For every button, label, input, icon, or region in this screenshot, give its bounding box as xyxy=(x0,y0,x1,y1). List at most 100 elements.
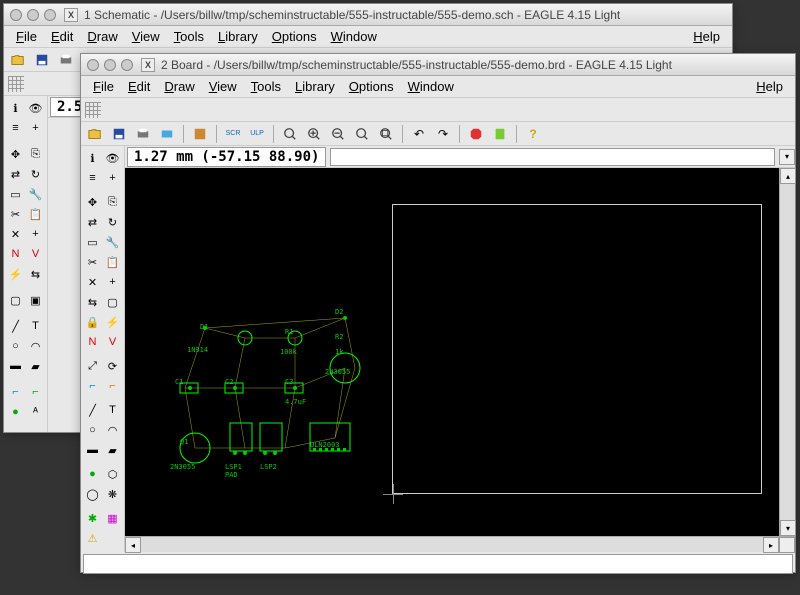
split-tool[interactable]: ⤢ xyxy=(83,356,103,376)
circle-tool[interactable]: ○ xyxy=(6,336,26,356)
mark-tool[interactable]: + xyxy=(26,118,46,138)
mirror-tool[interactable]: ⇄ xyxy=(83,212,103,232)
menu-file[interactable]: File xyxy=(87,77,120,96)
ratsnest-tool[interactable]: ✱ xyxy=(83,508,103,528)
delete-tool[interactable]: ✕ xyxy=(83,272,103,292)
smash-tool[interactable]: ⚡ xyxy=(103,312,123,332)
cut-tool[interactable]: ✂ xyxy=(83,252,103,272)
help-button[interactable]: ? xyxy=(523,124,543,144)
menu-edit[interactable]: Edit xyxy=(45,27,79,46)
copy-tool[interactable]: ⎘ xyxy=(26,144,46,164)
schematic-button[interactable] xyxy=(190,124,210,144)
label-tool[interactable]: ᴬ xyxy=(26,402,46,422)
paste-tool[interactable]: 📋 xyxy=(26,204,46,224)
scrollbar-vertical[interactable]: ▴ ▾ xyxy=(779,168,795,536)
menu-help[interactable]: Help xyxy=(687,27,726,46)
menu-view[interactable]: View xyxy=(126,27,166,46)
grid-icon[interactable] xyxy=(85,102,101,118)
wire-tool[interactable]: ╱ xyxy=(83,400,103,420)
cut-tool[interactable]: ✂ xyxy=(6,204,26,224)
pinswap-tool[interactable]: ⇆ xyxy=(26,264,46,284)
rect-tool[interactable]: ▬ xyxy=(6,356,26,376)
net-tool[interactable]: ⌐ xyxy=(26,382,46,402)
coord-dropdown[interactable]: ▾ xyxy=(779,149,795,165)
arc-tool[interactable]: ◠ xyxy=(103,420,123,440)
minimize-button[interactable] xyxy=(27,9,39,21)
scroll-down-button[interactable]: ▾ xyxy=(780,520,796,536)
close-button[interactable] xyxy=(10,9,22,21)
move-tool[interactable]: ✥ xyxy=(6,144,26,164)
erc-tool[interactable]: ⚠ xyxy=(83,528,103,548)
ripup-tool[interactable]: ⌐ xyxy=(103,376,123,396)
bus-tool[interactable]: ⌐ xyxy=(6,382,26,402)
rotate-tool[interactable]: ↻ xyxy=(26,164,46,184)
info-tool[interactable]: ℹ xyxy=(83,148,103,168)
menu-edit[interactable]: Edit xyxy=(122,77,156,96)
show-tool[interactable]: 👁 xyxy=(103,148,123,168)
scroll-track[interactable] xyxy=(141,537,763,552)
go-button[interactable] xyxy=(490,124,510,144)
menu-tools[interactable]: Tools xyxy=(168,27,210,46)
menu-library[interactable]: Library xyxy=(289,77,341,96)
paste-tool[interactable]: 📋 xyxy=(103,252,123,272)
menu-help[interactable]: Help xyxy=(750,77,789,96)
rotate-tool[interactable]: ↻ xyxy=(103,212,123,232)
info-tool[interactable]: ℹ xyxy=(6,98,26,118)
value-tool[interactable]: V xyxy=(103,332,123,352)
grid-icon[interactable] xyxy=(8,76,24,92)
board-canvas[interactable]: D1 D2 1N914 R1 100k R2 1k C1 C2 C3 4.7uF… xyxy=(125,168,779,536)
print-button[interactable] xyxy=(56,50,76,70)
menu-tools[interactable]: Tools xyxy=(245,77,287,96)
menu-file[interactable]: File xyxy=(10,27,43,46)
circle-tool[interactable]: ○ xyxy=(83,420,103,440)
hole-tool[interactable]: ◯ xyxy=(83,484,103,504)
zoom-select-button[interactable] xyxy=(376,124,396,144)
zoom-out-button[interactable] xyxy=(328,124,348,144)
junction-tool[interactable]: ● xyxy=(6,402,26,422)
zoom-button[interactable] xyxy=(44,9,56,21)
add-tool[interactable]: + xyxy=(103,272,123,292)
undo-button[interactable]: ↶ xyxy=(409,124,429,144)
scroll-left-button[interactable]: ◂ xyxy=(125,537,141,553)
layers-tool[interactable]: ≡ xyxy=(83,168,103,188)
menu-options[interactable]: Options xyxy=(266,27,323,46)
scroll-right-button[interactable]: ▸ xyxy=(763,537,779,553)
add-tool[interactable]: + xyxy=(26,224,46,244)
save-button[interactable] xyxy=(32,50,52,70)
eye-tool[interactable]: 👁 xyxy=(26,98,46,118)
replace-tool[interactable]: ▢ xyxy=(103,292,123,312)
ulp-button[interactable]: ULP xyxy=(247,124,267,144)
drc-tool[interactable] xyxy=(103,528,123,548)
attr-tool[interactable]: ❋ xyxy=(103,484,123,504)
delete-tool[interactable]: ✕ xyxy=(6,224,26,244)
wire-tool[interactable]: ╱ xyxy=(6,316,26,336)
menu-library[interactable]: Library xyxy=(212,27,264,46)
scrollbar-horizontal[interactable]: ◂ ▸ xyxy=(125,536,795,552)
save-button[interactable] xyxy=(109,124,129,144)
auto-tool[interactable]: ▦ xyxy=(103,508,123,528)
layers-tool[interactable]: ≡ xyxy=(6,118,26,138)
open-button[interactable] xyxy=(85,124,105,144)
menu-view[interactable]: View xyxy=(203,77,243,96)
value-tool[interactable]: V xyxy=(26,244,46,264)
route-tool[interactable]: ⌐ xyxy=(83,376,103,396)
titlebar[interactable]: X 1 Schematic - /Users/billw/tmp/schemin… xyxy=(4,4,732,26)
zoom-in-button[interactable] xyxy=(304,124,324,144)
signal-tool[interactable]: ⬡ xyxy=(103,464,123,484)
move-tool[interactable]: ✥ xyxy=(83,192,103,212)
arc-tool[interactable]: ◠ xyxy=(26,336,46,356)
mark-tool[interactable]: + xyxy=(103,168,123,188)
lock-tool[interactable]: 🔒 xyxy=(83,312,103,332)
scroll-track[interactable] xyxy=(780,184,795,520)
gate-tool[interactable]: ▣ xyxy=(26,290,46,310)
scr-button[interactable]: SCR xyxy=(223,124,243,144)
titlebar[interactable]: X 2 Board - /Users/billw/tmp/scheminstru… xyxy=(81,54,795,76)
scroll-up-button[interactable]: ▴ xyxy=(780,168,796,184)
status-bar[interactable] xyxy=(83,554,793,574)
zoom-button[interactable] xyxy=(121,59,133,71)
text-tool[interactable]: T xyxy=(26,316,46,336)
command-input[interactable] xyxy=(330,148,775,166)
poly-tool[interactable]: ▰ xyxy=(103,440,123,460)
stop-button[interactable] xyxy=(466,124,486,144)
group-tool[interactable]: ▭ xyxy=(83,232,103,252)
